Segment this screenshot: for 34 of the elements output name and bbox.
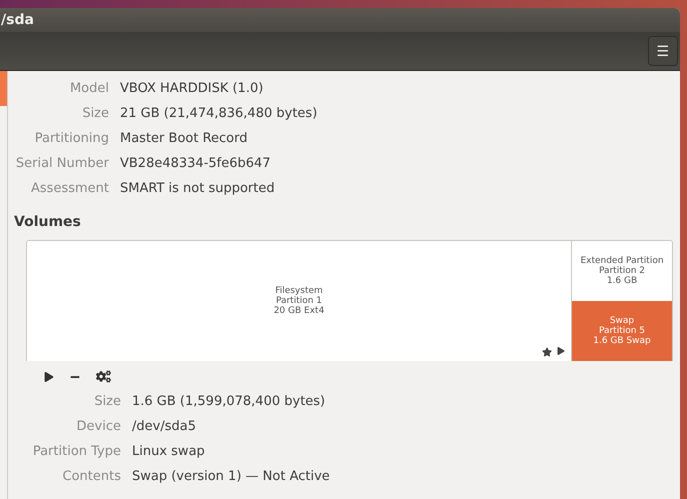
field-label: Assessment [30,180,109,198]
partition-label: Partition 1 [276,296,322,306]
partition-label: 1.6 GB [606,276,638,286]
section-title: Volumes [14,214,82,230]
field-label: Partition Type [32,443,121,461]
field-label: Size [93,393,121,411]
partition-label: 1.6 GB Swap [593,336,651,346]
partition-label: Partition 5 [598,326,646,336]
partition-label: Filesystem [275,286,323,296]
field-value: VB28e48334-5fe6b647 [120,155,272,173]
partition-label: Swap [610,316,634,326]
gears-icon[interactable] [96,369,111,384]
field-value: VBOX HARDDISK (1.0) [120,80,264,98]
play-icon[interactable] [44,372,54,382]
field-label: Device [76,418,121,436]
field-value: Linux swap [132,443,206,461]
field-label: Partitioning [34,130,109,148]
field-label: Size [81,105,109,123]
field-value: /dev/sda5 [132,418,197,436]
field-value: 21 GB (21,474,836,480 bytes) [120,105,318,123]
window-title: /sda [1,12,34,28]
field-value: Master Boot Record [120,130,248,148]
field-label: Serial Number [14,155,109,173]
partition-label: Partition 2 [598,266,646,276]
partition-block[interactable]: Filesystem Partition 1 20 GB Ext4 [27,241,571,361]
partition-label: Extended Partition [580,256,664,266]
field-label: Contents [62,468,121,486]
partition-block[interactable]: Extended Partition Partition 2 1.6 GB [572,241,672,301]
field-value: SMART is not supported [120,180,276,198]
field-label: Model [68,80,109,98]
field-value: Swap (version 1) — Not Active [132,468,331,486]
partition-label: 20 GB Ext4 [274,306,324,316]
menu-button[interactable]: ☰ [648,36,678,66]
field-value: 1.6 GB (1,599,078,400 bytes) [132,393,326,411]
